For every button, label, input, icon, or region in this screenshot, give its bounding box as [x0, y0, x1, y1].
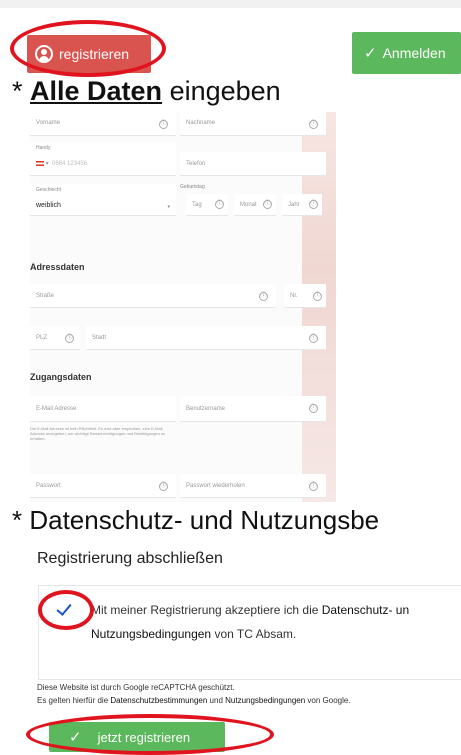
info-icon: ⓘ: [65, 334, 74, 343]
captcha-line-2: Es gelten hierfür die Datenschutzbestimm…: [37, 696, 351, 705]
datenschutzbestimmungen-link[interactable]: Datenschutzbestimmungen: [110, 696, 207, 705]
consent-text-2: von TC Absam.: [211, 627, 297, 641]
heading-rest: eingeben: [162, 76, 281, 106]
registration-form: Vorname ⓘ Nachname ⓘ Handy ▾ 0664 123456…: [30, 112, 336, 502]
login-button[interactable]: ✓ Anmelden: [352, 32, 461, 74]
section-adressdaten: Adressdaten: [30, 262, 85, 272]
heading-datenschutz: * Datenschutz- und Nutzungsbe: [12, 505, 380, 535]
info-icon: ⓘ: [215, 200, 224, 209]
monat-label: Monat: [240, 202, 257, 208]
consent-checkbox[interactable]: [57, 602, 71, 616]
benutzername-field[interactable]: Benutzername ⓘ: [180, 396, 326, 422]
geschlecht-label: Geschlecht: [36, 187, 62, 193]
register-button[interactable]: registrieren: [27, 35, 151, 73]
stadt-field[interactable]: Stadt ⓘ: [86, 326, 326, 350]
login-label: Anmelden: [382, 45, 446, 61]
consent-text: Mit meiner Registrierung akzeptiere ich …: [91, 598, 461, 646]
caret-down-icon: ▾: [167, 204, 170, 210]
info-icon: ⓘ: [313, 292, 322, 301]
telefon-field[interactable]: Telefon: [180, 152, 326, 176]
jahr-label: Jahr: [288, 202, 300, 208]
google-nutzungsbedingungen-link[interactable]: Nutzungsbedingungen: [225, 696, 305, 705]
consent-text-1: Mit meiner Registrierung akzeptiere ich …: [91, 603, 322, 617]
user-icon: [35, 45, 53, 63]
datenschutz-link[interactable]: Datenschutz- un: [322, 603, 409, 617]
benutzername-label: Benutzername: [186, 406, 226, 412]
email-note: Die E-Mail Adresse ist kein Pflichtfeld.…: [30, 426, 166, 441]
jahr-field[interactable]: Jahr ⓘ: [282, 194, 322, 216]
handy-placeholder: 0664 123456: [52, 161, 88, 167]
vorname-label: Vorname: [36, 120, 61, 126]
info-icon: ⓘ: [309, 200, 318, 209]
strasse-field[interactable]: Straße ⓘ: [30, 284, 276, 308]
check-icon: ✓: [364, 45, 377, 62]
captcha-text-b: und: [207, 696, 226, 705]
section-zugangsdaten: Zugangsdaten: [30, 372, 92, 382]
info-icon: ⓘ: [309, 120, 318, 129]
heading-all-data: * Alle Daten eingeben: [12, 76, 281, 107]
info-icon: ⓘ: [159, 120, 168, 129]
info-icon: ⓘ: [159, 482, 168, 491]
passwort-wiederholen-field[interactable]: Passwort wiederholen ⓘ: [180, 474, 326, 498]
nutzungsbedingungen-link[interactable]: Nutzungsbedingungen: [91, 627, 211, 641]
captcha-text-a: Es gelten hierfür die: [37, 696, 111, 705]
geburtstag-label: Geburtstag: [180, 184, 205, 190]
passwort-wiederholen-label: Passwort wiederholen: [186, 483, 245, 489]
passwort-field[interactable]: Passwort ⓘ: [30, 474, 176, 498]
strasse-label: Straße: [36, 293, 55, 299]
geschlecht-value: weiblich: [36, 202, 61, 209]
tag-field[interactable]: Tag ⓘ: [186, 194, 228, 216]
submit-register-button[interactable]: ✓ jetzt registrieren: [49, 722, 225, 752]
nachname-label: Nachname: [186, 120, 216, 126]
monat-field[interactable]: Monat ⓘ: [234, 194, 276, 216]
captcha-text-c: von Google.: [305, 696, 351, 705]
nachname-field[interactable]: Nachname ⓘ: [180, 112, 326, 136]
tag-label: Tag: [192, 202, 202, 208]
check-icon: ✓: [69, 729, 82, 746]
heading-prefix: *: [12, 76, 31, 106]
plz-field[interactable]: PLZ ⓘ: [30, 326, 80, 350]
austria-flag-icon: [36, 160, 44, 166]
info-icon: ⓘ: [309, 482, 318, 491]
telefon-label: Telefon: [186, 161, 206, 167]
stadt-label: Stadt: [92, 335, 107, 341]
consent-box: Mit meiner Registrierung akzeptiere ich …: [38, 585, 461, 680]
info-icon: ⓘ: [259, 292, 268, 301]
panel-title: Registrierung abschließen: [37, 550, 223, 567]
geschlecht-select[interactable]: Geschlecht weiblich ▾: [30, 184, 176, 216]
heading-bold: Alle Daten: [30, 76, 163, 106]
captcha-line-1: Diese Website ist durch Google reCAPTCHA…: [37, 683, 235, 692]
handy-field[interactable]: Handy ▾ 0664 123456: [30, 142, 176, 176]
nr-label: Nr.: [290, 293, 298, 299]
vorname-field[interactable]: Vorname ⓘ: [30, 112, 176, 136]
plz-label: PLZ: [36, 335, 48, 341]
info-icon: ⓘ: [309, 334, 318, 343]
register-label: registrieren: [59, 46, 130, 62]
nr-field[interactable]: Nr. ⓘ: [284, 284, 326, 308]
info-icon: ⓘ: [263, 200, 272, 209]
top-bar: registrieren ✓ Anmelden: [0, 0, 461, 74]
info-icon: ⓘ: [309, 404, 318, 413]
email-label: E-Mail Adresse: [36, 406, 77, 412]
submit-label: jetzt registrieren: [97, 729, 191, 745]
email-field[interactable]: E-Mail Adresse: [30, 396, 176, 422]
handy-label: Handy: [36, 145, 51, 151]
passwort-label: Passwort: [36, 483, 61, 489]
